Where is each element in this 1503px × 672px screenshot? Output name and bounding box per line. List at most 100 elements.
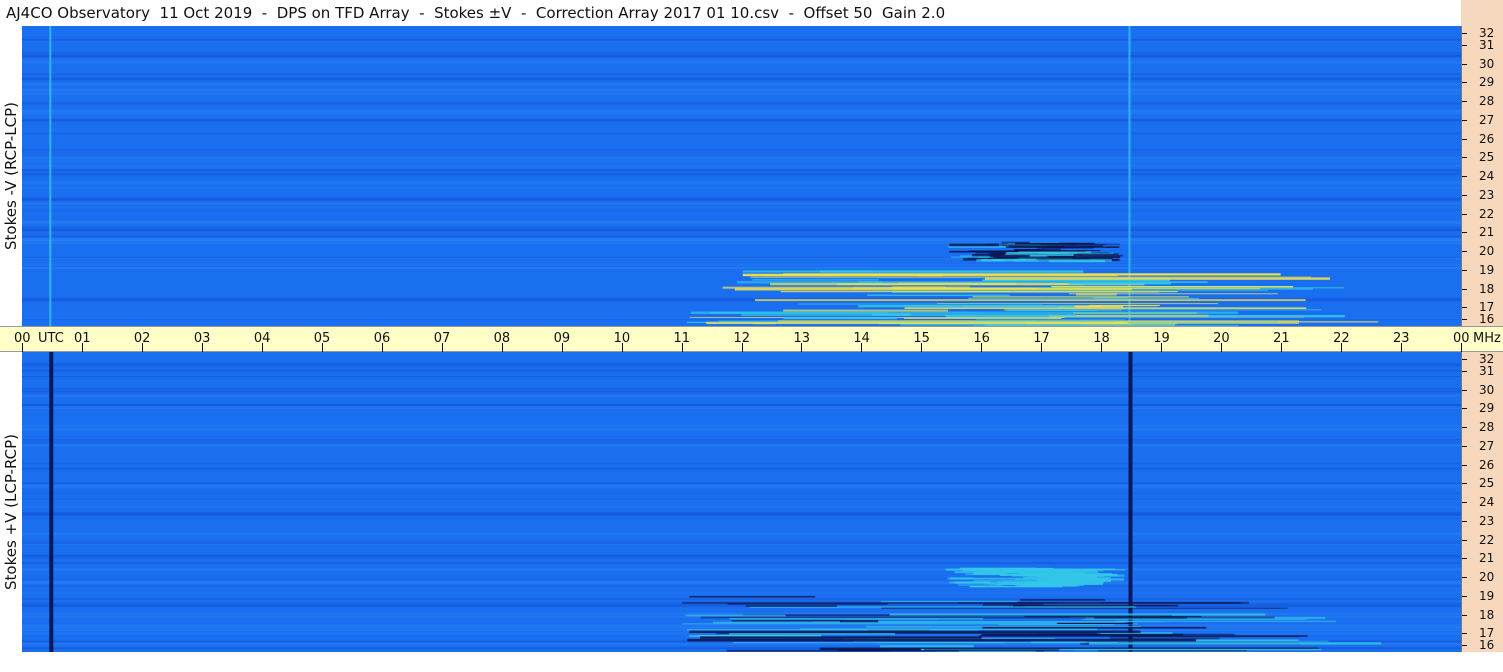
noise-band (22, 427, 1461, 431)
emission-streak (1038, 287, 1345, 289)
noise-band (22, 61, 1461, 64)
noise-band (22, 220, 1461, 223)
noise-band (22, 485, 1461, 488)
time-tick (1461, 343, 1462, 352)
emission-streak (839, 620, 879, 623)
emission-streak (967, 297, 1200, 299)
emission-streak (1057, 622, 1133, 624)
noise-band (22, 38, 1461, 41)
freq-tick-label: 26 (1479, 457, 1495, 472)
time-tick (621, 343, 623, 352)
emission-streak (998, 624, 1115, 626)
freq-tick-label: 23 (1479, 513, 1495, 528)
bottom-panel-ylabel-text: Stokes +V (LCP-RCP) (2, 434, 20, 590)
emission-streak (984, 277, 1330, 280)
emission-streak (755, 299, 1306, 302)
emission-streak (741, 314, 1076, 316)
emission-streak (891, 286, 970, 289)
time-label: UTC (38, 331, 64, 346)
emission-streak (879, 644, 974, 648)
time-tick (981, 343, 983, 352)
emission-streak (1038, 248, 1061, 252)
time-tick (1221, 343, 1223, 352)
noise-band (22, 581, 1461, 585)
noise-band (22, 532, 1461, 535)
noise-band (22, 406, 1461, 408)
emission-streak (954, 581, 991, 584)
emission-streak (1068, 282, 1172, 285)
interference-line (49, 26, 52, 326)
noise-band (22, 534, 1461, 536)
noise-band (22, 467, 1461, 470)
freq-tick-label: 25 (1479, 476, 1495, 491)
noise-band (22, 513, 1461, 517)
top-panel-ylabel: Stokes -V (RCP-LCP) (0, 26, 22, 326)
emission-streak (700, 636, 982, 639)
freq-tick-label: 23 (1479, 187, 1495, 202)
noise-band (22, 172, 1461, 176)
noise-band (22, 102, 1461, 105)
emission-streak (972, 296, 1189, 298)
emission-streak (700, 616, 1275, 619)
emission-streak (924, 648, 1060, 651)
emission-streak (783, 309, 948, 312)
noise-band (22, 132, 1461, 135)
time-tick (321, 343, 323, 352)
emission-streak (1007, 309, 1097, 311)
emission-streak (990, 254, 1030, 258)
emission-streak (689, 630, 1141, 633)
noise-band (22, 562, 1461, 564)
noise-band (22, 390, 1461, 393)
noise-band (22, 492, 1461, 495)
noise-band (22, 203, 1461, 205)
time-tick (441, 343, 443, 352)
chart-title: AJ4CO Observatory 11 Oct 2019 - DPS on T… (0, 0, 1461, 26)
noise-band (22, 568, 1461, 571)
time-tick (801, 343, 803, 352)
emission-streak (729, 633, 896, 635)
time-tick (861, 343, 863, 352)
emission-streak (988, 572, 1065, 576)
noise-band (22, 238, 1461, 242)
top-frequency-axis: 32 31 30 29 28 27 26 25 24 23 22 21 20 19 18 17 16 (1461, 26, 1503, 326)
emission-streak (752, 279, 879, 281)
freq-tick-label: 20 (1479, 244, 1495, 258)
time-tick (81, 343, 83, 352)
emission-streak (1089, 642, 1382, 645)
noise-band (22, 199, 1461, 201)
noise-band (22, 557, 1461, 559)
freq-tick-label: 21 (1479, 225, 1495, 240)
emission-streak (798, 303, 1043, 305)
emission-streak (969, 250, 1019, 252)
time-tick (681, 343, 683, 352)
noise-band (22, 256, 1461, 258)
noise-band (22, 129, 1461, 131)
noise-band (22, 585, 1461, 587)
emission-streak (1048, 576, 1097, 578)
noise-band (22, 59, 1461, 62)
emission-streak (783, 317, 898, 320)
noise-band (22, 444, 1461, 447)
noise-band (22, 241, 1461, 245)
noise-band (22, 164, 1461, 167)
emission-streak (1097, 650, 1247, 652)
emission-streak (1018, 574, 1039, 577)
emission-streak (872, 289, 1268, 292)
freq-tick-label: 24 (1479, 495, 1495, 509)
noise-band (22, 169, 1461, 172)
emission-streak (1001, 241, 1030, 244)
spectrogram-background (22, 26, 1461, 326)
noise-band (22, 73, 1461, 76)
emission-streak (976, 259, 1112, 262)
noise-band (22, 592, 1461, 594)
noise-band (22, 264, 1461, 266)
emission-streak (1115, 620, 1336, 622)
freq-tick-label: 30 (1479, 56, 1495, 71)
noise-band (22, 88, 1461, 92)
freq-tick-label: 28 (1479, 94, 1495, 108)
noise-band (22, 52, 1461, 54)
noise-band (22, 160, 1461, 163)
noise-band (22, 91, 1461, 94)
emission-streak (685, 614, 786, 617)
bottom-spectrogram (22, 352, 1461, 652)
